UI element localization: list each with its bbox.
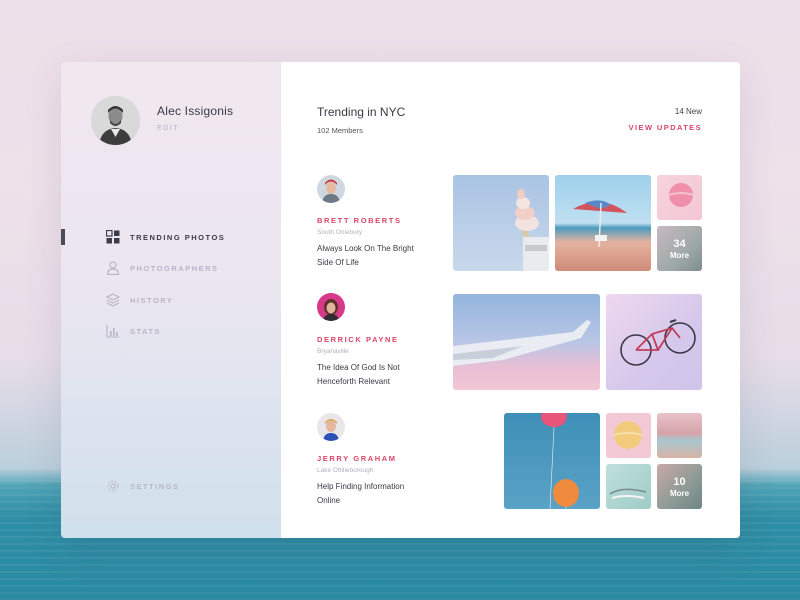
grid-icon (105, 229, 120, 244)
bar-chart-icon (106, 324, 120, 338)
user-avatar-brett[interactable] (317, 175, 345, 203)
sidebar-item-trending-photos[interactable]: TRENDING PHOTOS (105, 229, 226, 244)
user-quote: The Idea Of God Is Not Henceforth Releva… (317, 363, 400, 386)
sidebar-item-photographers[interactable]: PHOTOGRAPHERS (106, 261, 219, 276)
gear-icon (106, 479, 120, 493)
ice-cream-image (515, 189, 549, 271)
avatar-photo (317, 175, 345, 203)
more-count: 34 (673, 237, 686, 250)
nav-active-indicator (61, 229, 65, 245)
car-emblem-image (609, 488, 647, 499)
photo-city-view[interactable] (657, 413, 702, 458)
profile-name: Alec Issigonis (157, 104, 234, 118)
main-panel: Trending in NYC 102 Members 14 New VIEW … (281, 62, 740, 538)
profile-edit-link[interactable]: EDIT (157, 125, 179, 132)
avatar-photo (317, 413, 345, 441)
photo-airplane-wing[interactable] (453, 294, 600, 390)
photo-beach-umbrella[interactable] (555, 175, 651, 271)
sidebar-item-history[interactable]: HISTORY (105, 293, 174, 307)
view-updates-link[interactable]: VIEW UPDATES (629, 123, 702, 132)
user-location: South Oniebury (317, 229, 363, 236)
user-avatar-jerry[interactable] (317, 413, 345, 441)
more-label: More (669, 250, 690, 260)
photo-macaron-yellow[interactable] (606, 413, 651, 458)
new-count: 14 New (674, 107, 702, 116)
more-count: 10 (673, 475, 686, 488)
user-location: Bryanaville (317, 348, 349, 355)
macaron-image (668, 183, 694, 207)
user-name[interactable]: JERRY GRAHAM (317, 454, 397, 463)
sidebar-item-label: STATS (130, 326, 161, 336)
sidebar-item-label: HISTORY (130, 295, 174, 305)
sidebar-item-label: TRENDING PHOTOS (130, 232, 226, 242)
photo-car-script[interactable] (606, 464, 651, 509)
sidebar-item-stats[interactable]: STATS (106, 324, 161, 338)
airplane-wing-image (453, 320, 591, 366)
page-title: Trending in NYC (317, 105, 406, 119)
photo-ice-cream[interactable] (453, 175, 549, 271)
sidebar-item-label: SETTINGS (130, 481, 180, 491)
avatar-photo (317, 293, 345, 321)
user-icon (106, 261, 120, 276)
macaron-image (613, 421, 643, 449)
user-name[interactable]: BRETT ROBERTS (317, 216, 402, 225)
sidebar: Alec Issigonis EDIT TRENDING PHOTOS PHOT… (61, 62, 281, 538)
photo-bicycle[interactable] (606, 294, 702, 390)
beach-umbrella-image (573, 200, 627, 248)
layers-icon (105, 293, 121, 307)
photo-balloons[interactable] (504, 413, 600, 509)
app-window: Alec Issigonis EDIT TRENDING PHOTOS PHOT… (61, 62, 740, 538)
user-location: Lake Ottilieborough (317, 467, 374, 474)
user-avatar-derrick[interactable] (317, 293, 345, 321)
user-name[interactable]: DERRICK PAYNE (317, 335, 399, 344)
sidebar-item-label: PHOTOGRAPHERS (130, 263, 219, 273)
profile-avatar[interactable] (91, 96, 140, 145)
bicycle-image (620, 319, 696, 366)
user-quote: Help Finding Information Online (317, 482, 405, 505)
sidebar-item-settings[interactable]: SETTINGS (106, 479, 180, 493)
more-photos-tile[interactable]: 10 More (657, 464, 702, 509)
photo-macaron-pink[interactable] (657, 175, 702, 220)
avatar-photo (91, 96, 140, 145)
more-label: More (669, 488, 690, 498)
members-count: 102 Members (317, 126, 363, 135)
user-quote: Always Look On The Bright Side Of Life (317, 244, 414, 267)
balloons-image (541, 413, 579, 509)
more-photos-tile[interactable]: 34 More (657, 226, 702, 271)
